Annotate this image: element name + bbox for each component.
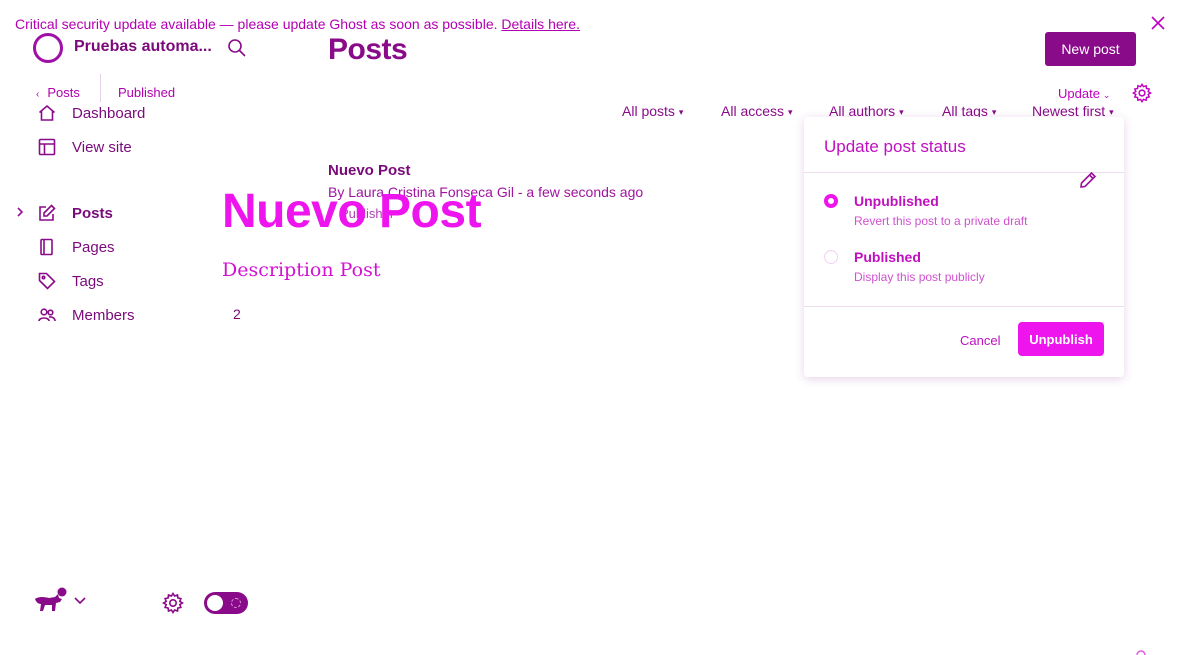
home-icon xyxy=(38,104,56,122)
filter-label: All access xyxy=(721,103,785,119)
sidebar-item-label: View site xyxy=(72,138,132,156)
published-description: Display this post publicly xyxy=(854,270,985,284)
sidebar-item-pages[interactable]: Pages xyxy=(38,235,115,259)
update-dropdown[interactable]: Update ⌄ xyxy=(1058,86,1110,101)
unpublished-radio[interactable] xyxy=(824,194,838,208)
unpublished-label[interactable]: Unpublished xyxy=(854,193,939,209)
sidebar-item-label: Tags xyxy=(72,272,104,290)
gear-icon[interactable] xyxy=(162,592,184,614)
banner-message: Critical security update available — ple… xyxy=(15,16,498,32)
published-label[interactable]: Published xyxy=(854,249,921,265)
sidebar-item-label: Dashboard xyxy=(72,104,146,122)
toggle-knob xyxy=(207,595,223,611)
pages-icon xyxy=(38,238,56,256)
sidebar-item-tags[interactable]: Tags xyxy=(38,269,104,293)
members-icon xyxy=(38,306,56,324)
divider xyxy=(804,172,1124,173)
dark-mode-toggle[interactable] xyxy=(204,592,248,614)
close-icon[interactable] xyxy=(1150,15,1166,31)
divider xyxy=(804,306,1124,307)
page-title: Posts xyxy=(328,33,408,66)
update-status-popup: Update post status Unpublished Revert th… xyxy=(804,117,1124,377)
breadcrumb-posts[interactable]: Posts xyxy=(47,85,80,100)
sidebar-item-posts[interactable]: Posts xyxy=(38,201,113,225)
sidebar-item-label: Posts xyxy=(72,204,113,222)
filter-label: All posts xyxy=(622,103,675,119)
filter-type[interactable]: All posts ▾ xyxy=(622,103,683,119)
new-post-button[interactable]: New post xyxy=(1045,32,1136,66)
post-settings-icon[interactable] xyxy=(1132,83,1152,103)
layout-icon xyxy=(38,138,56,156)
breadcrumb-published[interactable]: Published xyxy=(118,85,175,100)
post-title[interactable]: Nuevo Post xyxy=(328,162,411,179)
unpublish-button[interactable]: Unpublish xyxy=(1018,322,1104,356)
site-title[interactable]: Pruebas automa... xyxy=(74,38,212,56)
cancel-button[interactable]: Cancel xyxy=(960,333,1000,348)
breadcrumb-divider xyxy=(100,74,101,102)
filter-access[interactable]: All access ▾ xyxy=(721,103,793,119)
sidebar-item-view-site[interactable]: View site xyxy=(38,135,132,159)
chevron-right-icon[interactable] xyxy=(15,205,25,219)
sidebar-item-dashboard[interactable]: Dashboard xyxy=(38,101,145,125)
site-logo[interactable] xyxy=(33,33,63,63)
search-icon[interactable] xyxy=(227,38,247,58)
security-banner: Critical security update available — ple… xyxy=(15,16,580,32)
sidebar-item-members[interactable]: Members xyxy=(38,303,135,327)
preview-title: Nuevo Post xyxy=(222,185,482,238)
update-label: Update xyxy=(1058,86,1100,101)
moon-icon xyxy=(231,598,241,608)
pencil-icon[interactable] xyxy=(1079,171,1097,189)
breadcrumb-back[interactable]: ‹ Posts xyxy=(36,85,80,100)
preview-description: Description Post xyxy=(222,259,381,281)
published-radio[interactable] xyxy=(824,250,838,264)
sidebar-item-label: Members xyxy=(72,306,135,324)
ghost-avatar-icon[interactable] xyxy=(33,587,67,613)
preview-number: 2 xyxy=(233,306,241,322)
chevron-down-icon[interactable] xyxy=(73,596,87,606)
banner-details-link[interactable]: Details here. xyxy=(501,16,580,32)
popup-title: Update post status xyxy=(824,137,966,156)
sidebar-item-label: Pages xyxy=(72,238,115,256)
tag-icon xyxy=(38,272,56,290)
partial-icon xyxy=(1136,648,1146,655)
unpublished-description: Revert this post to a private draft xyxy=(854,214,1028,228)
edit-icon xyxy=(38,204,56,222)
